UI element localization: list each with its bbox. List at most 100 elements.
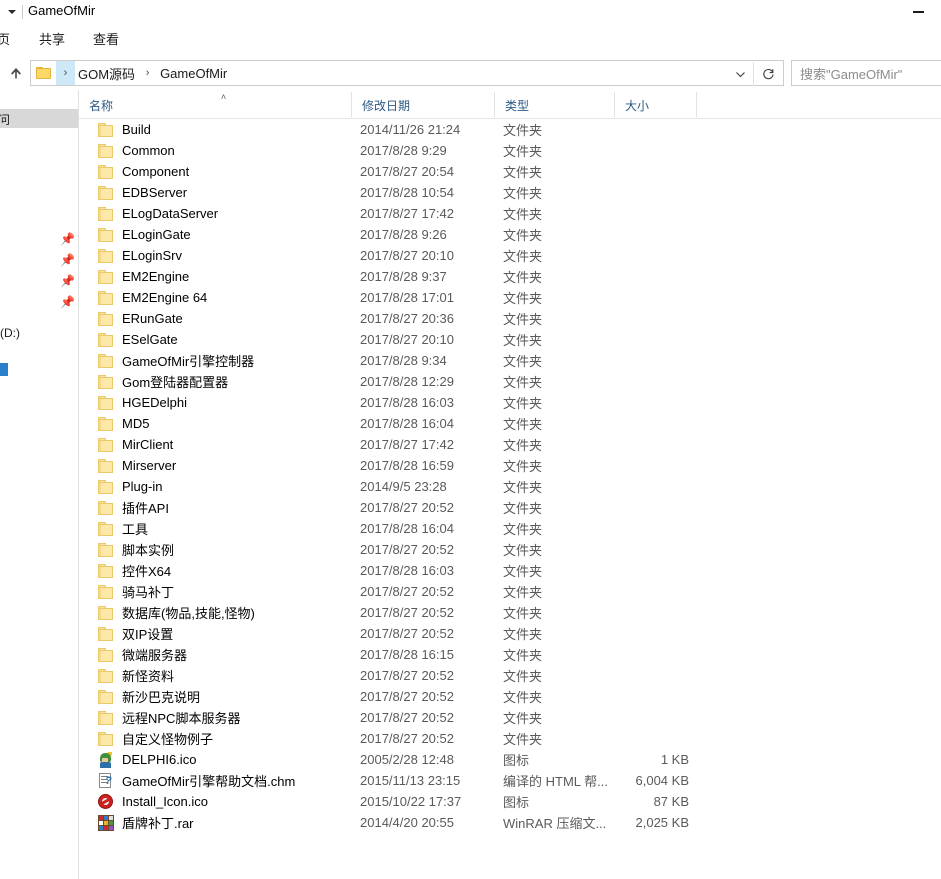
file-row[interactable]: 自定义怪物例子 2017/8/27 20:52 文件夹	[79, 728, 941, 749]
file-row[interactable]: Mirserver 2017/8/28 16:59 文件夹	[79, 455, 941, 476]
file-name-cell[interactable]: Common	[79, 140, 352, 161]
breadcrumb-item-1[interactable]: GameOfMir	[157, 66, 230, 81]
file-name-cell[interactable]: 新沙巴克说明	[79, 686, 352, 707]
tab-view[interactable]: 查看	[93, 29, 119, 48]
pin-icon[interactable]: 📌	[60, 232, 75, 246]
tab-home[interactable]: 主页	[0, 29, 10, 48]
file-name-cell[interactable]: Build	[79, 119, 352, 140]
nav-item-drive-d[interactable]: (D:)	[0, 326, 20, 340]
address-history-dropdown-button[interactable]	[728, 62, 752, 86]
file-row[interactable]: 骑马补丁 2017/8/27 20:52 文件夹	[79, 581, 941, 602]
breadcrumb-folder-icon-cell[interactable]	[31, 61, 56, 85]
file-row[interactable]: EM2Engine 2017/8/28 9:37 文件夹	[79, 266, 941, 287]
file-name-cell[interactable]: MirClient	[79, 434, 352, 455]
file-name-cell[interactable]: ESelGate	[79, 329, 352, 350]
column-header-type[interactable]: 类型	[495, 92, 615, 117]
breadcrumb-separator-1[interactable]: ›	[138, 61, 157, 85]
file-name-cell[interactable]: EM2Engine 64	[79, 287, 352, 308]
file-row[interactable]: EM2Engine 64 2017/8/28 17:01 文件夹	[79, 287, 941, 308]
tab-share[interactable]: 共享	[39, 29, 65, 48]
column-header-size[interactable]: 大小	[615, 92, 697, 117]
file-row[interactable]: 新沙巴克说明 2017/8/27 20:52 文件夹	[79, 686, 941, 707]
nav-item-partial[interactable]	[0, 363, 8, 376]
file-name-cell[interactable]: EDBServer	[79, 182, 352, 203]
address-bar[interactable]: › GOM源码 › GameOfMir	[30, 60, 784, 86]
refresh-button[interactable]	[753, 62, 782, 86]
file-row[interactable]: ESelGate 2017/8/27 20:10 文件夹	[79, 329, 941, 350]
file-row[interactable]: 远程NPC脚本服务器 2017/8/27 20:52 文件夹	[79, 707, 941, 728]
file-name-cell[interactable]: ERunGate	[79, 308, 352, 329]
file-name-cell[interactable]: HGEDelphi	[79, 392, 352, 413]
file-name-cell[interactable]: MD5	[79, 413, 352, 434]
file-row[interactable]: 控件X64 2017/8/28 16:03 文件夹	[79, 560, 941, 581]
file-row[interactable]: Plug-in 2014/9/5 23:28 文件夹	[79, 476, 941, 497]
file-name-cell[interactable]: Mirserver	[79, 455, 352, 476]
file-row[interactable]: ELogDataServer 2017/8/27 17:42 文件夹	[79, 203, 941, 224]
file-row[interactable]: Install_Icon.ico 2015/10/22 17:37 图标 87 KB	[79, 791, 941, 812]
file-row[interactable]: 微端服务器 2017/8/28 16:15 文件夹	[79, 644, 941, 665]
file-row[interactable]: ? GameOfMir引擎帮助文档.chm 2015/11/13 23:15 编译的 …	[79, 770, 941, 791]
chevron-down-icon[interactable]	[8, 10, 16, 14]
file-row[interactable]: DELPHI6.ico 2005/2/28 12:48 图标 1 KB	[79, 749, 941, 770]
file-name-cell[interactable]: 控件X64	[79, 560, 352, 581]
file-name-cell[interactable]: ELogDataServer	[79, 203, 352, 224]
file-row[interactable]: Gom登陆器配置器 2017/8/28 12:29 文件夹	[79, 371, 941, 392]
minimize-button[interactable]	[896, 0, 941, 24]
file-name-cell[interactable]: Plug-in	[79, 476, 352, 497]
file-name-cell[interactable]: 远程NPC脚本服务器	[79, 707, 352, 728]
file-row[interactable]: 脚本实例 2017/8/27 20:52 文件夹	[79, 539, 941, 560]
file-name-cell[interactable]: Gom登陆器配置器	[79, 371, 352, 392]
search-box[interactable]: 搜索"GameOfMir"	[791, 60, 941, 86]
file-name-cell[interactable]: 盾牌补丁.rar	[79, 812, 352, 833]
file-name-cell[interactable]: 自定义怪物例子	[79, 728, 352, 749]
file-name-cell[interactable]: Component	[79, 161, 352, 182]
file-list[interactable]: Build 2014/11/26 21:24 文件夹 Common 2017/8/28 …	[79, 119, 941, 879]
file-row[interactable]: ELoginSrv 2017/8/27 20:10 文件夹	[79, 245, 941, 266]
quick-access-toolbar[interactable]	[8, 4, 23, 20]
file-name-cell[interactable]: ELoginGate	[79, 224, 352, 245]
file-name-cell[interactable]: EM2Engine	[79, 266, 352, 287]
file-name-cell[interactable]: Install_Icon.ico	[79, 791, 352, 812]
up-one-level-button[interactable]	[5, 62, 27, 84]
file-row[interactable]: HGEDelphi 2017/8/28 16:03 文件夹	[79, 392, 941, 413]
nav-quick-access-header[interactable]: 问	[0, 109, 78, 128]
file-row[interactable]: Component 2017/8/27 20:54 文件夹	[79, 161, 941, 182]
file-name-cell[interactable]: ? GameOfMir引擎帮助文档.chm	[79, 770, 352, 791]
file-name-cell[interactable]: GameOfMir引擎控制器	[79, 350, 352, 371]
pin-icon[interactable]: 📌	[60, 274, 75, 288]
file-row[interactable]: 双IP设置 2017/8/27 20:52 文件夹	[79, 623, 941, 644]
breadcrumb-separator-0[interactable]: ›	[56, 61, 75, 85]
pin-icon[interactable]: 📌	[60, 295, 75, 309]
file-row[interactable]: 插件API 2017/8/27 20:52 文件夹	[79, 497, 941, 518]
column-header-name[interactable]: 名称 ˄	[79, 92, 352, 117]
file-row[interactable]: MirClient 2017/8/27 17:42 文件夹	[79, 434, 941, 455]
file-name-cell[interactable]: 工具	[79, 518, 352, 539]
file-name-cell[interactable]: 双IP设置	[79, 623, 352, 644]
file-name-cell[interactable]: 插件API	[79, 497, 352, 518]
file-row[interactable]: EDBServer 2017/8/28 10:54 文件夹	[79, 182, 941, 203]
file-name-cell[interactable]: ELoginSrv	[79, 245, 352, 266]
file-date-label: 2017/8/27 20:52	[360, 584, 454, 599]
file-name-cell[interactable]: 骑马补丁	[79, 581, 352, 602]
file-row[interactable]: 数据库(物品,技能,怪物) 2017/8/27 20:52 文件夹	[79, 602, 941, 623]
pin-icon[interactable]: 📌	[60, 253, 75, 267]
breadcrumb-item-0[interactable]: GOM源码	[75, 64, 138, 83]
column-header-date-modified[interactable]: 修改日期	[352, 92, 495, 117]
file-row[interactable]: MD5 2017/8/28 16:04 文件夹	[79, 413, 941, 434]
file-row[interactable]: Build 2014/11/26 21:24 文件夹	[79, 119, 941, 140]
file-name-cell[interactable]: 脚本实例	[79, 539, 352, 560]
file-name-cell[interactable]: 新怪资料	[79, 665, 352, 686]
file-date-cell: 2017/8/27 20:52	[352, 623, 495, 644]
file-row[interactable]: Common 2017/8/28 9:29 文件夹	[79, 140, 941, 161]
file-name-cell[interactable]: DELPHI6.ico	[79, 749, 352, 770]
search-input[interactable]: 搜索"GameOfMir"	[792, 64, 902, 83]
file-row[interactable]: 新怪资料 2017/8/27 20:52 文件夹	[79, 665, 941, 686]
file-row[interactable]: 盾牌补丁.rar 2014/4/20 20:55 WinRAR 压缩文... 2,02…	[79, 812, 941, 833]
file-row[interactable]: GameOfMir引擎控制器 2017/8/28 9:34 文件夹	[79, 350, 941, 371]
file-row[interactable]: ERunGate 2017/8/27 20:36 文件夹	[79, 308, 941, 329]
file-name-cell[interactable]: 微端服务器	[79, 644, 352, 665]
file-row[interactable]: 工具 2017/8/28 16:04 文件夹	[79, 518, 941, 539]
file-row[interactable]: ELoginGate 2017/8/28 9:26 文件夹	[79, 224, 941, 245]
file-name-cell[interactable]: 数据库(物品,技能,怪物)	[79, 602, 352, 623]
file-date-label: 2017/8/28 9:34	[360, 353, 447, 368]
